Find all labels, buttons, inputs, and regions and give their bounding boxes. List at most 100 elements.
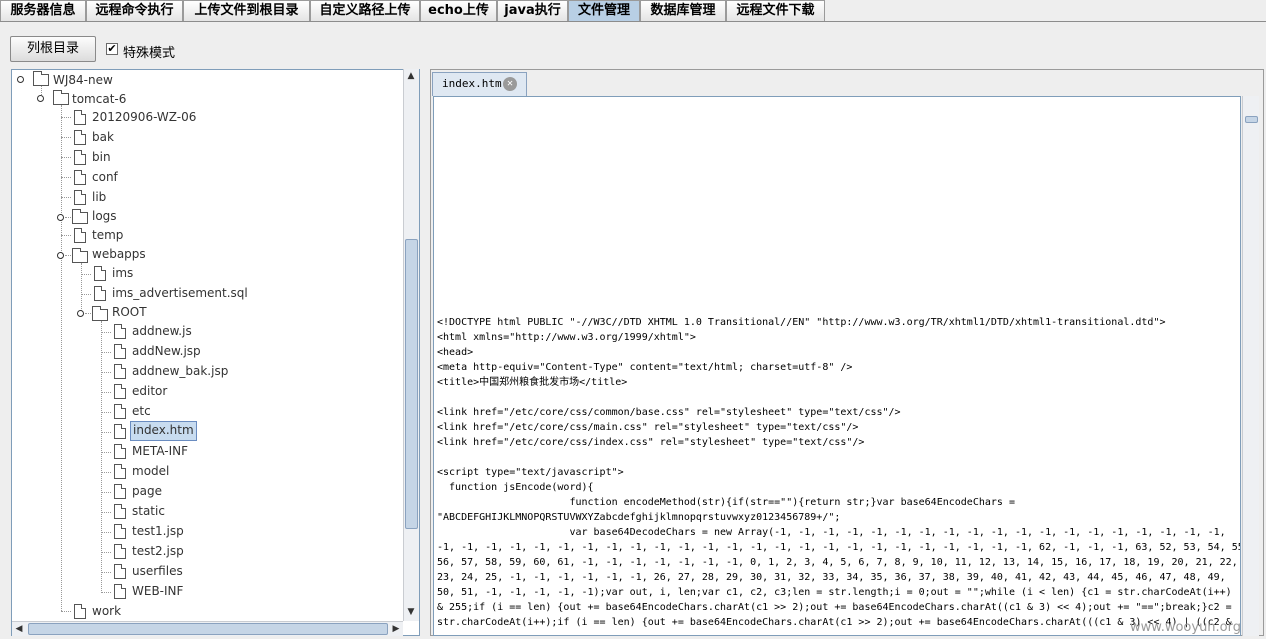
file-icon	[74, 130, 86, 145]
tree-node-file[interactable]: test1.jsp	[132, 522, 184, 540]
code-line: var base64DecodeChars = new Array(-1, -1…	[437, 527, 1226, 538]
file-icon	[94, 286, 106, 301]
tree-node-file[interactable]: addnew.js	[132, 322, 192, 340]
code-line: <script type="text/javascript">	[437, 467, 624, 478]
tree-node-file[interactable]: addNew.jsp	[132, 342, 201, 360]
editor-tab[interactable]: index.htm ✕	[432, 72, 527, 96]
tree-node-selected-file[interactable]: index.htm	[130, 421, 197, 441]
tree-node-tomcat[interactable]: tomcat-6	[72, 90, 126, 108]
code-line: -1, -1, -1, -1, -1, -1, -1, -1, -1, -1, …	[437, 542, 1241, 553]
file-icon	[74, 150, 86, 165]
tab-java-exec[interactable]: java执行	[497, 0, 568, 21]
tree-node-dir[interactable]: static	[132, 502, 165, 520]
tree-node-webapps[interactable]: webapps	[92, 245, 146, 263]
code-line: "ABCDEFGHIJKLMNOPQRSTUVWXYZabcdefghijklm…	[437, 512, 841, 523]
file-icon	[94, 266, 106, 281]
code-line: function jsEncode(word){	[437, 482, 594, 493]
scroll-up-icon[interactable]: ▲	[404, 69, 418, 83]
tree-node-file[interactable]: ims_advertisement.sql	[112, 284, 248, 302]
file-icon	[114, 464, 126, 479]
file-icon	[114, 424, 126, 439]
watermark: www.wooyun.org	[1130, 620, 1242, 635]
file-icon	[114, 544, 126, 559]
editor-vertical-scrollbar[interactable]	[1242, 96, 1259, 636]
tree-vertical-scrollbar[interactable]: ▲ ▼	[403, 69, 419, 621]
tree-node-root[interactable]: WJ84-new	[53, 71, 113, 89]
expand-toggle-icon[interactable]	[77, 310, 86, 319]
tab-remote-download[interactable]: 远程文件下载	[726, 0, 825, 21]
tree-node-dir[interactable]: work	[92, 602, 121, 620]
tab-database-manager[interactable]: 数据库管理	[640, 0, 726, 21]
list-root-button[interactable]: 列根目录	[10, 36, 96, 62]
folder-icon	[33, 71, 49, 86]
tab-server-info[interactable]: 服务器信息	[0, 0, 86, 21]
tab-custom-path-upload[interactable]: 自定义路径上传	[310, 0, 420, 21]
tree-node-file[interactable]: test2.jsp	[132, 542, 184, 560]
close-icon[interactable]: ✕	[503, 77, 517, 91]
tree-node-file[interactable]: addnew_bak.jsp	[132, 362, 228, 380]
code-text[interactable]: <!DOCTYPE html PUBLIC "-//W3C//DTD XHTML…	[437, 315, 1241, 630]
scroll-left-icon[interactable]: ◀	[12, 622, 26, 636]
folder-icon	[72, 209, 88, 224]
tree-node-dir[interactable]: model	[132, 462, 169, 480]
expand-toggle-icon[interactable]	[57, 252, 66, 261]
tree-node-dir[interactable]: temp	[92, 226, 123, 244]
tree-node-dir[interactable]: bak	[92, 128, 114, 146]
tree-node-dir[interactable]: META-INF	[132, 442, 188, 460]
expand-toggle-icon[interactable]	[17, 76, 26, 85]
collapse-toggle-icon[interactable]	[57, 214, 66, 223]
tree-node-dir[interactable]: logs	[92, 207, 117, 225]
folder-icon	[53, 90, 69, 105]
code-line: <head>	[437, 347, 474, 358]
tree-node-dir[interactable]: bin	[92, 148, 111, 166]
tree-node-dir[interactable]: userfiles	[132, 562, 183, 580]
expand-toggle-icon[interactable]	[37, 95, 46, 104]
file-icon	[114, 564, 126, 579]
tab-remote-command[interactable]: 远程命令执行	[86, 0, 183, 21]
tree-node-dir[interactable]: conf	[92, 168, 118, 186]
tree-node-root-webapp[interactable]: ROOT	[112, 303, 147, 321]
special-mode-checkbox[interactable]: ✔	[106, 43, 118, 55]
tree-node-dir[interactable]: 20120906-WZ-06	[92, 108, 196, 126]
tree-node-dir[interactable]: WEB-INF	[132, 582, 183, 600]
tree-node-dir[interactable]: etc	[132, 402, 151, 420]
code-line: str.charCodeAt(i++);if (i == len) {out +…	[437, 617, 1232, 628]
tree-horizontal-scrollbar[interactable]: ◀ ▶	[12, 621, 403, 636]
scroll-thumb[interactable]	[28, 623, 388, 635]
code-line: <link href="/etc/core/css/main.css" rel=…	[437, 422, 859, 433]
file-icon	[114, 524, 126, 539]
code-line: <link href="/etc/core/css/index.css" rel…	[437, 437, 865, 448]
file-icon	[114, 584, 126, 599]
scroll-thumb[interactable]	[405, 239, 418, 529]
file-tree[interactable]: WJ84-new tomcat-6 20120906-WZ-06 bak bin…	[11, 69, 420, 636]
code-line: <html xmlns="http://www.w3.org/1999/xhtm…	[437, 332, 696, 343]
code-line: function encodeMethod(str){if(str==""){r…	[437, 497, 1015, 508]
scroll-down-icon[interactable]: ▼	[404, 605, 418, 619]
file-icon	[74, 110, 86, 125]
editor-tab-label: index.htm	[442, 77, 502, 90]
tree-node-dir[interactable]: ims	[112, 264, 133, 282]
file-icon	[74, 170, 86, 185]
code-line: 23, 24, 25, -1, -1, -1, -1, -1, -1, 26, …	[437, 572, 1226, 583]
special-mode-label: 特殊模式	[123, 46, 176, 61]
code-editor[interactable]: <!DOCTYPE html PUBLIC "-//W3C//DTD XHTML…	[433, 96, 1241, 636]
code-line: 50, 51, -1, -1, -1, -1, -1);var out, i, …	[437, 587, 1232, 598]
scroll-right-icon[interactable]: ▶	[389, 622, 403, 636]
code-line: 56, 57, 58, 59, 60, 61, -1, -1, -1, -1, …	[437, 557, 1238, 568]
file-icon	[114, 404, 126, 419]
code-line: <meta http-equiv="Content-Type" content=…	[437, 362, 853, 373]
scroll-thumb[interactable]	[1245, 116, 1258, 123]
code-line: <link href="/etc/core/css/common/base.cs…	[437, 407, 901, 418]
code-line: <!DOCTYPE html PUBLIC "-//W3C//DTD XHTML…	[437, 317, 1166, 328]
tab-echo-upload[interactable]: echo上传	[420, 0, 497, 21]
tree-node-dir[interactable]: editor	[132, 382, 167, 400]
tree-node-dir[interactable]: lib	[92, 188, 106, 206]
code-line: <title>中国郑州粮食批发市场</title>	[437, 377, 628, 388]
tab-upload-root[interactable]: 上传文件到根目录	[183, 0, 310, 21]
file-icon	[114, 364, 126, 379]
file-icon	[114, 504, 126, 519]
tab-file-manager[interactable]: 文件管理	[568, 0, 640, 21]
tree-node-dir[interactable]: page	[132, 482, 162, 500]
file-icon	[74, 228, 86, 243]
